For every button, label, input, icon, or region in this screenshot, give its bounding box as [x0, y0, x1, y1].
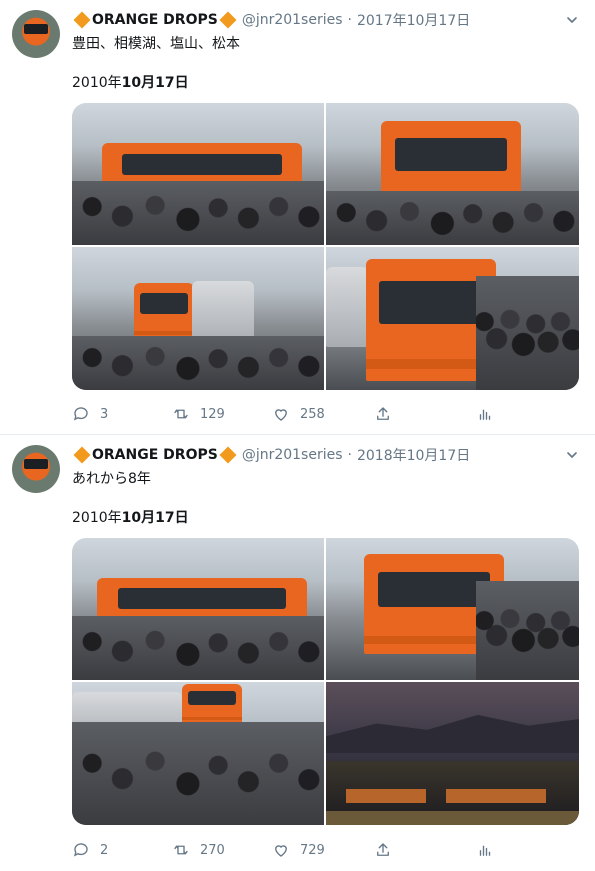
photo[interactable] [72, 103, 324, 245]
separator-dot: · [347, 447, 352, 463]
display-name[interactable]: ORANGE DROPS [92, 12, 218, 28]
tweet-date[interactable]: 2017年10月17日 [357, 10, 470, 30]
tweet-caption: 2010年10月17日 [72, 509, 189, 527]
orange-diamond-icon [73, 446, 91, 464]
tweet[interactable]: ORANGE DROPS @jnr201series · 2017年10月17日… [0, 0, 595, 435]
analytics-button[interactable] [476, 404, 494, 424]
tweet-caption: 2010年10月17日 [72, 74, 189, 92]
orange-diamond-icon [219, 446, 237, 464]
retweet-icon [174, 409, 188, 419]
like-icon [275, 409, 287, 421]
retweet-icon [174, 845, 188, 855]
action-bar: 2 270 729 [72, 840, 502, 860]
tweet[interactable]: ORANGE DROPS @jnr201series · 2018年10月17日… [0, 435, 595, 871]
tweet-date[interactable]: 2018年10月17日 [357, 445, 470, 465]
like-icon [275, 845, 287, 857]
avatar[interactable] [12, 445, 60, 493]
retweet-button[interactable]: 129 [172, 404, 225, 424]
share-icon [377, 843, 389, 856]
photo[interactable] [72, 538, 324, 680]
analytics-icon [479, 845, 491, 856]
user-handle[interactable]: @jnr201series [242, 447, 343, 463]
reply-count: 3 [100, 406, 109, 422]
caption-year: 2010年 [72, 75, 122, 91]
caption-date: 10月17日 [121, 510, 189, 526]
like-count: 729 [300, 842, 325, 858]
photo[interactable] [326, 247, 579, 390]
caption-year: 2010年 [72, 510, 122, 526]
analytics-button[interactable] [476, 840, 494, 860]
orange-diamond-icon [219, 11, 237, 29]
tweet-text: 豊田、相模湖、塩山、松本 [72, 36, 240, 52]
like-count: 258 [300, 406, 325, 422]
share-icon [377, 407, 389, 420]
reply-icon [73, 843, 88, 857]
action-bar: 3 129 258 [72, 404, 502, 424]
analytics-icon [479, 409, 491, 420]
photo[interactable] [72, 247, 324, 390]
separator-dot: · [347, 12, 352, 28]
photo[interactable] [326, 682, 579, 825]
like-button[interactable]: 729 [272, 840, 325, 860]
photo[interactable] [326, 538, 579, 680]
user-handle[interactable]: @jnr201series [242, 12, 343, 28]
photo-grid [72, 103, 579, 390]
reply-count: 2 [100, 842, 109, 858]
tweet-text: あれから8年 [72, 471, 151, 487]
avatar[interactable] [12, 10, 60, 58]
retweet-count: 129 [200, 406, 225, 422]
photo[interactable] [72, 682, 324, 825]
retweet-count: 270 [200, 842, 225, 858]
chevron-down-icon[interactable] [566, 449, 578, 461]
retweet-button[interactable]: 270 [172, 840, 225, 860]
caption-date: 10月17日 [121, 75, 189, 91]
orange-diamond-icon [73, 11, 91, 29]
tweet-header: ORANGE DROPS @jnr201series · 2017年10月17日 [72, 10, 470, 30]
photo[interactable] [326, 103, 579, 245]
share-button[interactable] [374, 840, 392, 860]
reply-icon [73, 407, 88, 421]
display-name[interactable]: ORANGE DROPS [92, 447, 218, 463]
like-button[interactable]: 258 [272, 404, 325, 424]
tweet-header: ORANGE DROPS @jnr201series · 2018年10月17日 [72, 445, 470, 465]
photo-grid [72, 538, 579, 825]
reply-button[interactable]: 3 [72, 404, 108, 424]
chevron-down-icon[interactable] [566, 14, 578, 26]
share-button[interactable] [374, 404, 392, 424]
reply-button[interactable]: 2 [72, 840, 108, 860]
